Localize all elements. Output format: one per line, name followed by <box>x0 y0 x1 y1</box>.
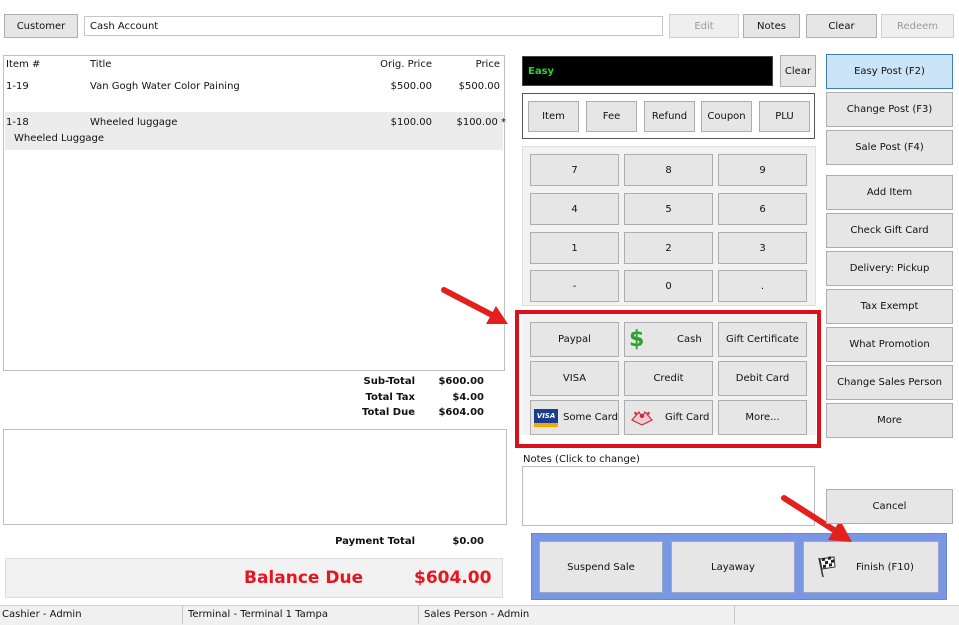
row-note: Wheeled Luggage <box>14 133 105 144</box>
change-post-button[interactable]: Change Post (F3) <box>826 92 953 127</box>
line-type-item-button[interactable]: Item <box>528 101 579 132</box>
total-tax-label: Total Tax <box>365 392 415 403</box>
change-sales-person-button[interactable]: Change Sales Person <box>826 365 953 400</box>
cancel-button[interactable]: Cancel <box>826 489 953 524</box>
more-button[interactable]: More <box>826 403 953 438</box>
layaway-button[interactable]: Layaway <box>671 541 795 593</box>
easy-clear-button[interactable]: Clear <box>780 55 816 87</box>
what-promotion-button[interactable]: What Promotion <box>826 327 953 362</box>
notes-button[interactable]: Notes <box>743 14 800 38</box>
edit-button[interactable]: Edit <box>669 14 739 38</box>
row-price: $100.00 * <box>456 117 506 128</box>
customer-account-field[interactable]: Cash Account <box>84 16 663 36</box>
total-due-label: Total Due <box>361 407 415 418</box>
clear-button[interactable]: Clear <box>806 14 877 38</box>
row-orig-price: $100.00 <box>390 117 432 128</box>
keypad-2-button[interactable]: 2 <box>624 232 713 264</box>
row-title: Van Gogh Water Color Paining <box>90 81 240 92</box>
total-due-value: $604.00 <box>438 407 484 418</box>
subtotal-value: $600.00 <box>438 376 484 387</box>
table-row[interactable]: 1-19 Van Gogh Water Color Paining $500.0… <box>5 76 503 98</box>
check-gift-card-button[interactable]: Check Gift Card <box>826 213 953 248</box>
column-header-item-number[interactable]: Item # <box>6 59 40 70</box>
status-sales-person: Sales Person - Admin <box>422 606 735 624</box>
balance-due-value: $604.00 <box>414 568 492 588</box>
line-type-coupon-button[interactable]: Coupon <box>701 101 752 132</box>
keypad-minus-button[interactable]: - <box>530 270 619 302</box>
line-type-refund-button[interactable]: Refund <box>644 101 695 132</box>
status-terminal: Terminal - Terminal 1 Tampa <box>186 606 419 624</box>
row-item-number: 1-18 <box>6 117 29 128</box>
keypad-9-button[interactable]: 9 <box>718 154 807 186</box>
add-item-button[interactable]: Add Item <box>826 175 953 210</box>
keypad-5-button[interactable]: 5 <box>624 193 713 225</box>
subtotal-label: Sub-Total <box>363 376 415 387</box>
customer-button[interactable]: Customer <box>4 14 78 38</box>
keypad-6-button[interactable]: 6 <box>718 193 807 225</box>
balance-due-panel: Balance Due $604.00 <box>5 558 503 598</box>
redeem-button[interactable]: Redeem <box>881 14 954 38</box>
keypad-decimal-button[interactable]: . <box>718 270 807 302</box>
keypad-0-button[interactable]: 0 <box>624 270 713 302</box>
column-header-title[interactable]: Title <box>90 59 111 70</box>
finish-button[interactable]: Finish (F10) <box>803 541 939 593</box>
easy-input-display[interactable]: Easy <box>522 56 773 86</box>
keypad-7-button[interactable]: 7 <box>530 154 619 186</box>
row-title: Wheeled luggage <box>90 117 178 128</box>
row-price: $500.00 <box>458 81 500 92</box>
payments-list[interactable] <box>3 429 507 525</box>
keypad-8-button[interactable]: 8 <box>624 154 713 186</box>
payment-total-value: $0.00 <box>452 536 484 547</box>
table-row[interactable]: 1-18 Wheeled luggage $100.00 $100.00 * W… <box>5 112 506 150</box>
delivery-pickup-button[interactable]: Delivery: Pickup <box>826 251 953 286</box>
keypad-1-button[interactable]: 1 <box>530 232 619 264</box>
items-table[interactable]: Item # Title Orig. Price Price 1-19 Van … <box>3 55 506 371</box>
easy-post-button[interactable]: Easy Post (F2) <box>826 54 953 89</box>
annotation-arrow-icon <box>441 287 508 324</box>
checkered-flag-icon <box>816 556 838 578</box>
sale-post-button[interactable]: Sale Post (F4) <box>826 130 953 165</box>
total-tax-value: $4.00 <box>452 392 484 403</box>
balance-due-label: Balance Due <box>244 568 364 588</box>
column-header-orig-price[interactable]: Orig. Price <box>368 59 432 70</box>
payment-highlight-frame <box>515 310 821 448</box>
finish-label: Finish (F10) <box>856 561 914 573</box>
column-header-price[interactable]: Price <box>450 59 500 70</box>
row-item-number: 1-19 <box>6 81 29 92</box>
suspend-sale-button[interactable]: Suspend Sale <box>539 541 663 593</box>
line-type-plu-button[interactable]: PLU <box>759 101 810 132</box>
keypad-3-button[interactable]: 3 <box>718 232 807 264</box>
notes-box[interactable] <box>522 466 815 526</box>
status-empty-cell <box>738 606 959 624</box>
row-orig-price: $500.00 <box>390 81 432 92</box>
tax-exempt-button[interactable]: Tax Exempt <box>826 289 953 324</box>
status-cashier: Cashier - Admin <box>0 606 183 624</box>
notes-label[interactable]: Notes (Click to change) <box>523 454 640 465</box>
payment-total-label: Payment Total <box>335 536 415 547</box>
keypad-4-button[interactable]: 4 <box>530 193 619 225</box>
line-type-fee-button[interactable]: Fee <box>586 101 637 132</box>
